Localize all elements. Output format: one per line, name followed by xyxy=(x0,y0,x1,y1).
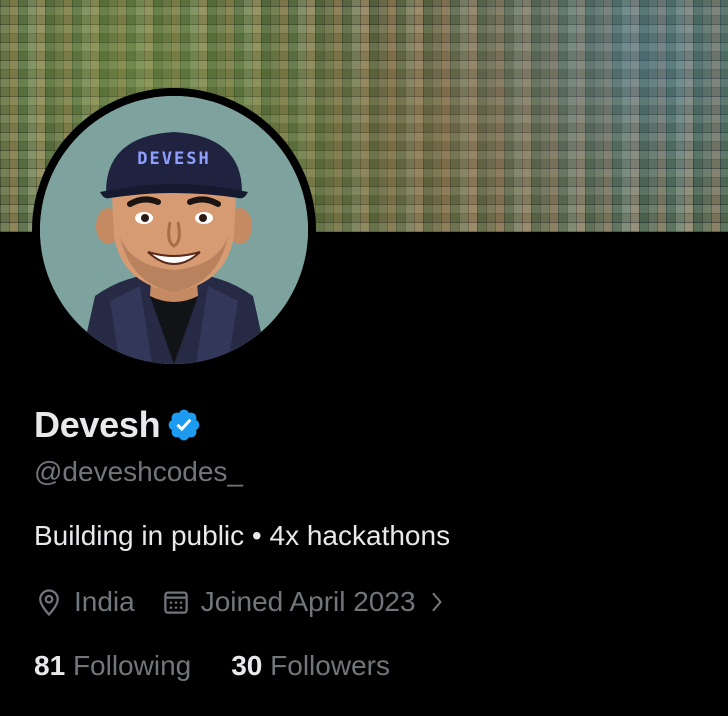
verified-badge-icon[interactable] xyxy=(166,407,202,443)
profile-meta: India Joined April 2023 xyxy=(34,582,474,622)
profile-bio: Building in public • 4x hackathons xyxy=(34,520,451,551)
location-pin-icon xyxy=(39,589,59,617)
following-link[interactable]: 81 Following xyxy=(34,650,191,682)
joined-item[interactable]: Joined April 2023 xyxy=(161,586,448,618)
location-text: India xyxy=(74,586,135,617)
joined-text: Joined April 2023 xyxy=(200,586,416,617)
display-name: Devesh xyxy=(34,404,161,445)
followers-count: 30 xyxy=(231,650,263,681)
following-label: Following xyxy=(72,650,192,681)
avatar-cap-text: DEVESH xyxy=(137,149,210,169)
followers-link[interactable]: 30 Followers xyxy=(231,650,390,682)
avatar-image: DEVESH xyxy=(40,96,308,364)
profile-stats: 81 Following 30 Followers xyxy=(34,646,430,686)
followers-label: Followers xyxy=(270,650,390,681)
calendar-icon xyxy=(163,591,188,614)
following-count: 81 xyxy=(34,650,66,681)
profile-handle: @deveshcodes_ xyxy=(34,456,244,487)
name-row: Devesh xyxy=(34,402,202,448)
profile-avatar[interactable]: DEVESH xyxy=(32,88,316,372)
location-item: India xyxy=(34,586,135,618)
chevron-right-icon[interactable] xyxy=(426,588,448,616)
